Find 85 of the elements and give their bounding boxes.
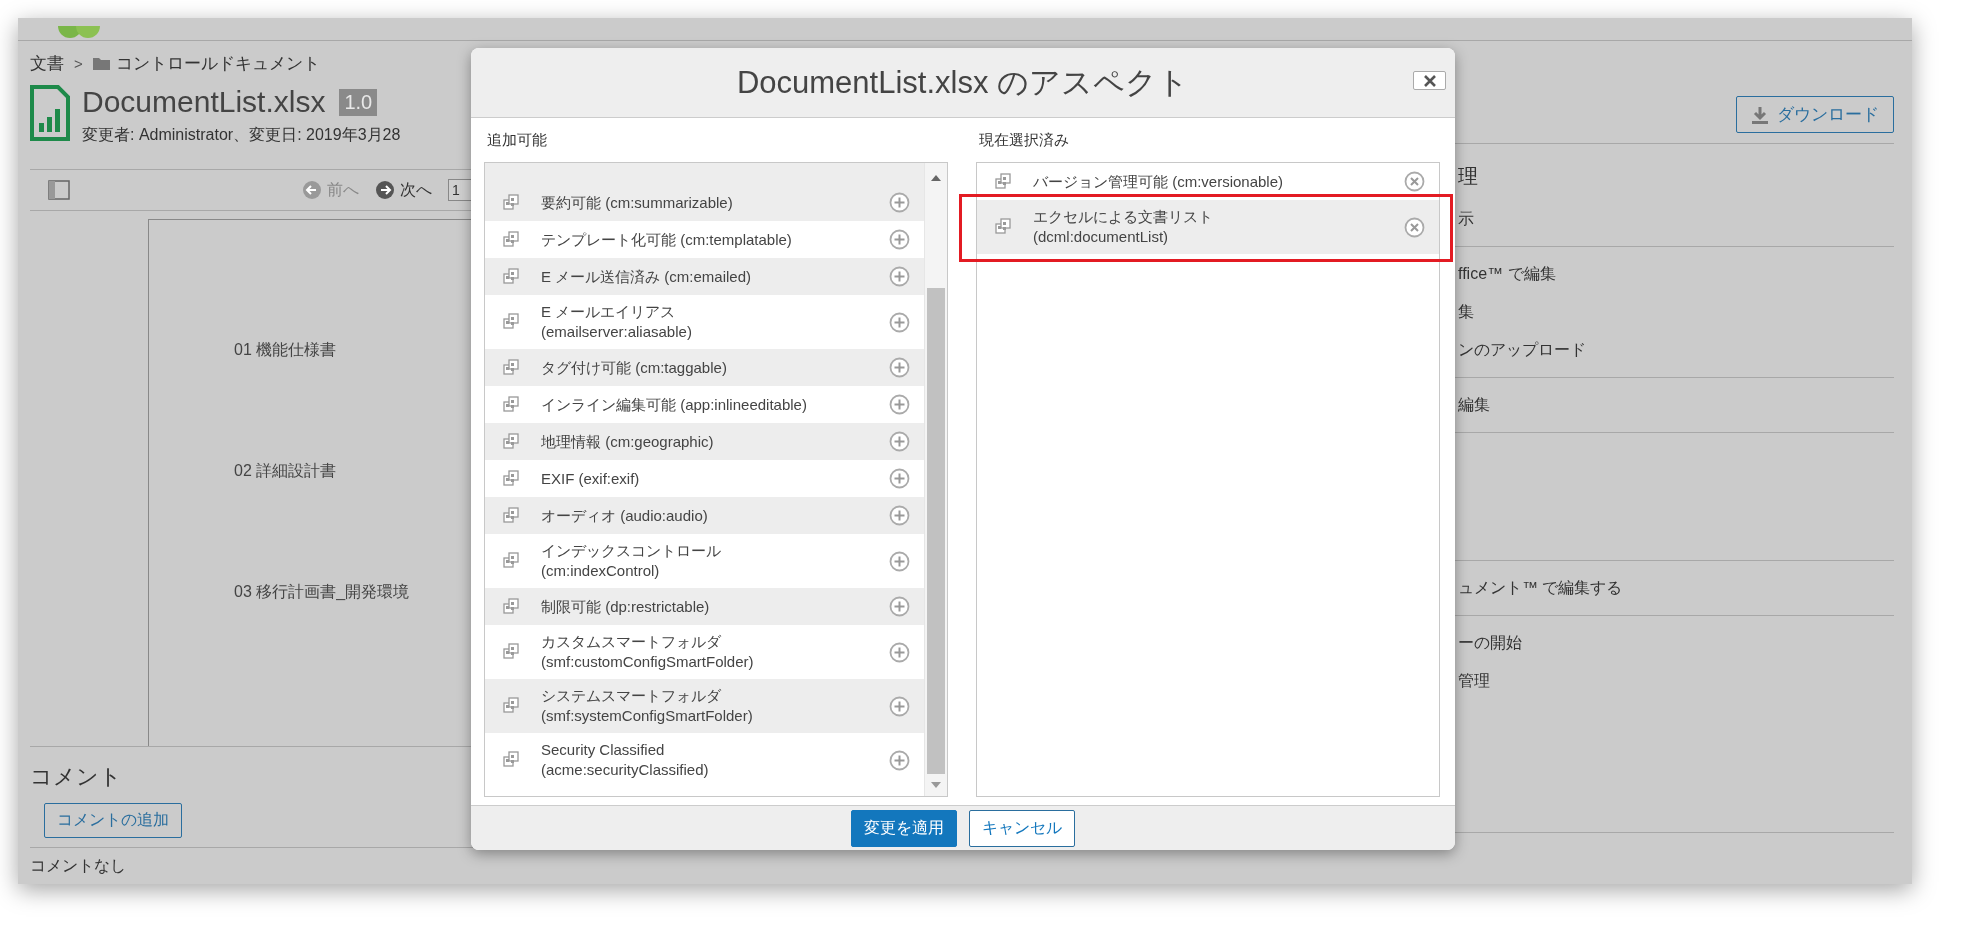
version-badge: 1.0 bbox=[339, 88, 378, 116]
comments-heading: コメント bbox=[30, 763, 122, 791]
aspect-icon bbox=[501, 431, 521, 452]
remove-icon[interactable] bbox=[1404, 171, 1425, 192]
document-title: DocumentList.xlsx bbox=[82, 85, 326, 119]
add-icon[interactable] bbox=[889, 394, 910, 415]
spreadsheet-file-icon bbox=[30, 85, 70, 141]
aspect-icon bbox=[501, 312, 521, 332]
modified-info: 変更者: Administrator、変更日: 2019年3月28 bbox=[82, 125, 401, 145]
list-heading: 現在選択済み bbox=[978, 130, 1070, 150]
breadcrumb-link[interactable]: 文書 bbox=[30, 51, 64, 75]
add-icon[interactable] bbox=[889, 229, 910, 250]
aspect-row[interactable]: E メール送信済み (cm:emailed) bbox=[485, 258, 924, 295]
logo-icon bbox=[58, 26, 102, 40]
document-text: 03 移行計画書_開発環境 bbox=[234, 582, 410, 602]
add-icon[interactable] bbox=[889, 550, 910, 572]
scrollbar[interactable] bbox=[924, 163, 947, 796]
add-icon[interactable] bbox=[889, 505, 910, 526]
download-button[interactable]: ダウンロード bbox=[1736, 96, 1894, 133]
action-link[interactable]: ュメント™ で編集する bbox=[1458, 569, 1623, 607]
breadcrumb-link[interactable]: コントロールドキュメント bbox=[115, 51, 320, 75]
aspect-row[interactable]: インデックスコントロール (cm:indexControl) bbox=[485, 534, 924, 588]
aspect-icon bbox=[993, 217, 1013, 237]
cancel-button[interactable]: キャンセル bbox=[969, 809, 1075, 847]
add-icon[interactable] bbox=[889, 357, 910, 378]
add-icon[interactable] bbox=[889, 695, 910, 717]
aspect-icon bbox=[501, 750, 521, 770]
aspect-row[interactable]: EXIF (exif:exif) bbox=[485, 460, 924, 497]
sidebar-toggle-icon[interactable] bbox=[48, 180, 70, 200]
arrow-left-icon bbox=[302, 180, 322, 200]
aspect-row[interactable]: E メールエイリアス (emailserver:aliasable) bbox=[485, 295, 924, 349]
aspect-icon bbox=[501, 468, 521, 489]
add-icon[interactable] bbox=[889, 641, 910, 663]
action-link[interactable]: 管理 bbox=[1458, 662, 1490, 700]
aspect-row[interactable]: テンプレート化可能 (cm:templatable) bbox=[485, 221, 924, 258]
list-heading: 追加可能 bbox=[486, 130, 548, 150]
add-icon[interactable] bbox=[889, 596, 910, 617]
aspect-row[interactable]: エクセルによる文書リスト (dcml:documentList) bbox=[977, 200, 1439, 254]
add-icon[interactable] bbox=[889, 749, 910, 771]
document-text: 01 機能仕様書 bbox=[234, 340, 337, 360]
aspect-row[interactable]: オーディオ (audio:audio) bbox=[485, 497, 924, 534]
add-icon[interactable] bbox=[889, 192, 910, 213]
aspect-row[interactable]: インライン編集可能 (app:inlineeditable) bbox=[485, 386, 924, 423]
aspect-row[interactable]: システムスマートフォルダ (smf:systemConfigSmartFolder) bbox=[485, 679, 924, 733]
aspect-icon bbox=[501, 505, 521, 526]
action-link[interactable]: ーの開始 bbox=[1458, 624, 1522, 662]
folder-icon bbox=[92, 56, 110, 70]
download-icon bbox=[1751, 105, 1769, 124]
document-text: 02 詳細設計書 bbox=[234, 461, 337, 481]
aspect-row[interactable]: Security Classified (acme:securityClassified) bbox=[485, 733, 924, 787]
action-link[interactable]: 示 bbox=[1458, 200, 1474, 238]
apply-button[interactable]: 変更を適用 bbox=[851, 809, 957, 847]
arrow-right-icon bbox=[375, 180, 395, 200]
add-icon[interactable] bbox=[889, 311, 910, 333]
aspect-icon bbox=[501, 551, 521, 571]
next-link[interactable]: 次へ bbox=[375, 179, 432, 201]
aspect-icon bbox=[501, 394, 521, 415]
breadcrumb-separator: > bbox=[74, 54, 83, 72]
action-link[interactable]: ffice™ で編集 bbox=[1458, 255, 1556, 293]
aspect-row[interactable]: 地理情報 (cm:geographic) bbox=[485, 423, 924, 460]
aspect-icon bbox=[501, 596, 521, 617]
aspect-icon bbox=[501, 229, 521, 250]
add-icon[interactable] bbox=[889, 431, 910, 452]
aspect-icon bbox=[993, 171, 1013, 192]
aspect-icon bbox=[501, 192, 521, 213]
dialog-title: DocumentList.xlsx のアスペクト bbox=[736, 63, 1190, 102]
aspect-row[interactable]: タグ付け可能 (cm:taggable) bbox=[485, 349, 924, 386]
aspect-icon bbox=[501, 696, 521, 716]
action-link[interactable]: ンのアップロード bbox=[1458, 331, 1586, 369]
aspect-icon bbox=[501, 266, 521, 287]
add-icon[interactable] bbox=[889, 266, 910, 287]
action-link[interactable]: 集 bbox=[1458, 293, 1474, 331]
section-heading: 理 bbox=[1458, 164, 1478, 189]
aspect-row[interactable]: バージョン管理可能 (cm:versionable) bbox=[977, 163, 1439, 200]
close-button[interactable] bbox=[1413, 71, 1446, 90]
close-icon bbox=[1423, 74, 1436, 87]
remove-icon[interactable] bbox=[1404, 216, 1425, 238]
aspect-icon bbox=[501, 642, 521, 662]
aspect-icon bbox=[501, 357, 521, 378]
action-link[interactable]: 編集 bbox=[1458, 386, 1490, 424]
add-icon[interactable] bbox=[889, 468, 910, 489]
aspect-row[interactable]: 要約可能 (cm:summarizable) bbox=[485, 184, 924, 221]
add-comment-button[interactable]: コメントの追加 bbox=[44, 803, 182, 838]
aspect-row[interactable]: 制限可能 (dp:restrictable) bbox=[485, 588, 924, 625]
aspect-row[interactable]: カスタムスマートフォルダ (smf:customConfigSmartFolder) bbox=[485, 625, 924, 679]
